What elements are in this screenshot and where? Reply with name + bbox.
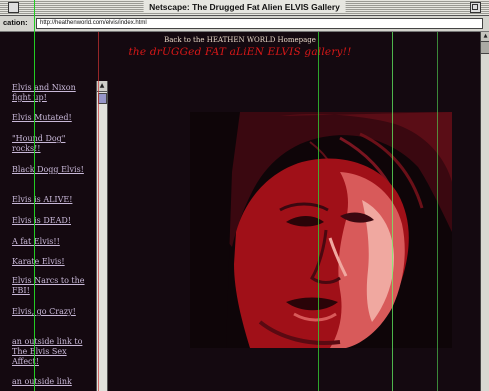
location-bar: cation: http://heathenworld.com/elvis/in…	[0, 16, 489, 32]
url-field[interactable]: http://heathenworld.com/elvis/index.html	[36, 18, 483, 29]
close-box-icon[interactable]	[8, 2, 19, 13]
window-scroll-thumb[interactable]	[481, 42, 489, 54]
window-scrollbar[interactable]: ▲	[480, 32, 489, 391]
nav-link-elvis-nixon[interactable]: Elvis and Nixon fight up!	[12, 83, 96, 103]
scroll-thumb[interactable]	[98, 93, 107, 104]
elvis-photo	[190, 112, 452, 348]
scroll-up-arrow-icon[interactable]: ▲	[97, 81, 107, 92]
nav-link-elvis-sex-affect[interactable]: an outside link to The Elvis Sex Affect!	[12, 337, 96, 367]
location-label: cation:	[3, 18, 28, 27]
nav-link-black-dogg[interactable]: Black Dogg Elvis!	[12, 165, 96, 175]
nav-link-elvis-dead[interactable]: Elvis is DEAD!	[12, 216, 96, 226]
nav-link-outside[interactable]: an outside link	[12, 377, 96, 387]
title-bar[interactable]: Netscape: The Drugged Fat Alien ELVIS Ga…	[0, 0, 489, 16]
gallery-title: the drUGGed FAT aLiEN ELVIS gallery!!	[128, 46, 352, 58]
nav-link-elvis-alive[interactable]: Elvis is ALIVE!	[12, 195, 96, 205]
nav-link-hound-dog[interactable]: "Hound Dog" rocks!!	[12, 134, 96, 154]
nav-frame-scrollbar[interactable]: ▲	[96, 81, 108, 391]
page-content: Back to the HEATHEN WORLD Homepage the d…	[0, 32, 480, 391]
zoom-box-icon[interactable]	[470, 2, 481, 13]
nav-frame: Elvis and Nixon fight up! Elvis Mutated!…	[0, 79, 108, 391]
nav-link-karate-elvis[interactable]: Karate Elvis!	[12, 257, 96, 267]
browser-window: Netscape: The Drugged Fat Alien ELVIS Ga…	[0, 0, 489, 391]
nav-link-elvis-crazy[interactable]: Elvis, go Crazy!	[12, 307, 96, 317]
nav-link-elvis-narcs[interactable]: Elvis Narcs to the FBI!	[12, 276, 96, 296]
nav-link-fat-elvis[interactable]: A fat Elvis!!	[12, 237, 96, 247]
back-to-homepage-link[interactable]: Back to the HEATHEN WORLD Homepage	[0, 36, 480, 44]
window-scroll-up-arrow-icon[interactable]: ▲	[481, 32, 489, 42]
nav-link-elvis-mutated[interactable]: Elvis Mutated!	[12, 113, 96, 123]
window-title: Netscape: The Drugged Fat Alien ELVIS Ga…	[143, 1, 346, 13]
